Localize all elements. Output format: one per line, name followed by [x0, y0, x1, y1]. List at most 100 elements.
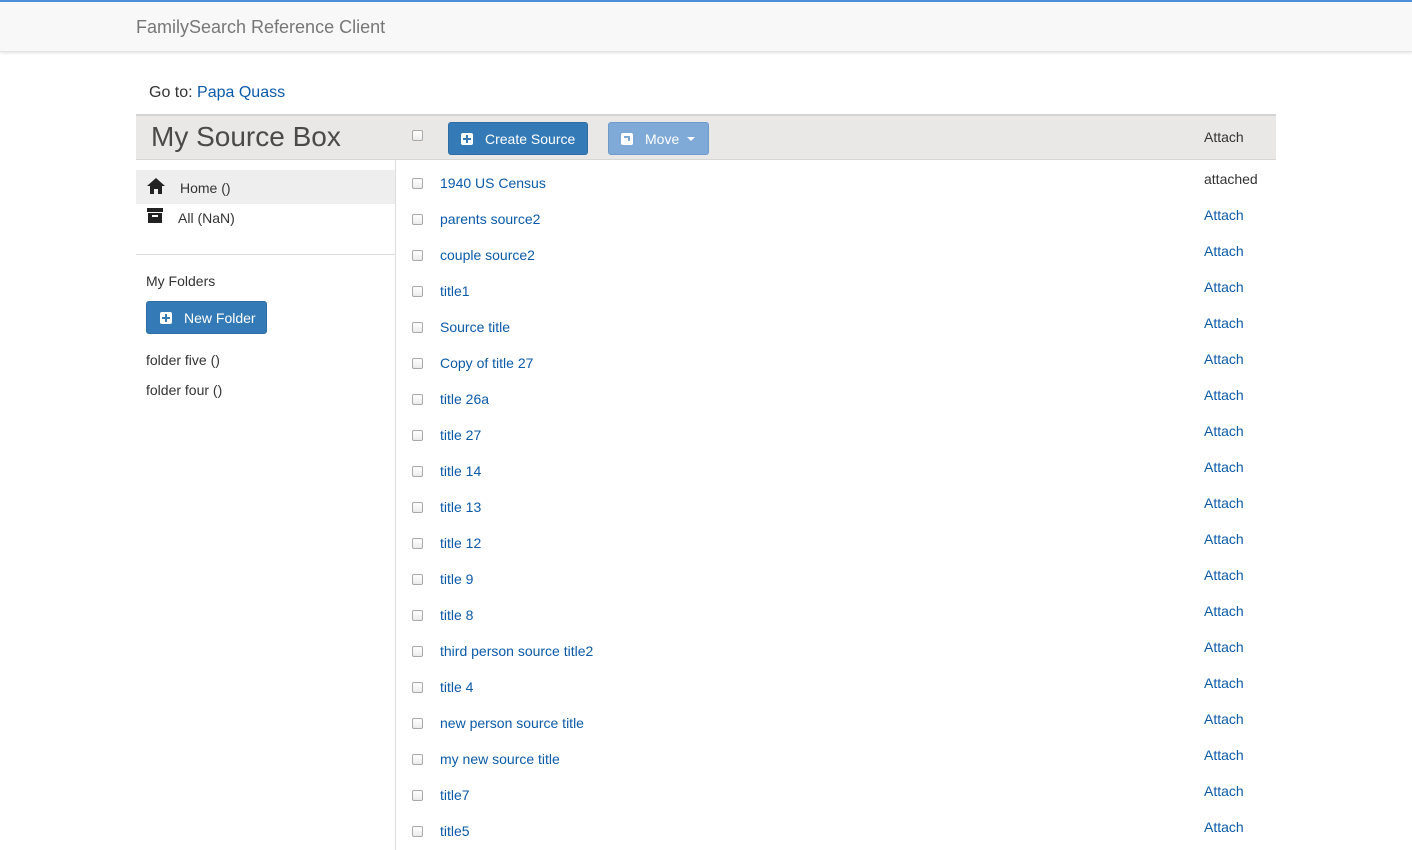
- attach-link[interactable]: Attach: [1204, 207, 1244, 223]
- page-title: My Source Box: [151, 121, 341, 152]
- sidebar: Home () All (NaN) My Folders New Folder …: [136, 160, 396, 850]
- goto-person-link[interactable]: Papa Quass: [197, 84, 285, 101]
- source-checkbox[interactable]: [412, 286, 423, 297]
- sidebar-divider: [136, 254, 395, 255]
- source-checkbox[interactable]: [412, 178, 423, 189]
- source-checkbox[interactable]: [412, 466, 423, 477]
- attach-link[interactable]: Attach: [1204, 351, 1244, 367]
- plus-square-icon: [160, 311, 172, 324]
- source-row: parents source2 Attach: [396, 196, 1276, 232]
- attach-link[interactable]: Attach: [1204, 747, 1244, 763]
- source-title-link[interactable]: couple source2: [440, 247, 535, 263]
- source-title-link[interactable]: title 26a: [440, 391, 489, 407]
- source-row: title 9 Attach: [396, 556, 1276, 592]
- source-row: title 12 Attach: [396, 520, 1276, 556]
- move-dropdown-button[interactable]: Move: [608, 122, 709, 155]
- source-checkbox[interactable]: [412, 322, 423, 333]
- source-title-link[interactable]: title1: [440, 283, 470, 299]
- source-checkbox[interactable]: [412, 826, 423, 837]
- sidebar-item-all[interactable]: All (NaN): [136, 200, 395, 234]
- sidebar-item-label: Home (): [180, 180, 231, 196]
- source-row: third person source title2 Attach: [396, 628, 1276, 664]
- source-checkbox[interactable]: [412, 538, 423, 549]
- source-row: 1940 US Census attached: [396, 160, 1276, 196]
- attach-link[interactable]: Attach: [1204, 639, 1244, 655]
- app-brand[interactable]: FamilySearch Reference Client: [136, 17, 385, 38]
- source-title-link[interactable]: title 27: [440, 427, 481, 443]
- sidebar-item-home[interactable]: Home (): [136, 170, 395, 204]
- source-title-link[interactable]: title 12: [440, 535, 481, 551]
- caret-down-icon: [687, 136, 696, 141]
- source-title-link[interactable]: title 8: [440, 607, 473, 623]
- attach-column-header: Attach: [1204, 129, 1244, 145]
- plus-square-icon: [461, 132, 473, 145]
- attach-link[interactable]: Attach: [1204, 819, 1244, 835]
- source-row: title1 Attach: [396, 268, 1276, 304]
- folder-item[interactable]: folder four (): [146, 382, 222, 398]
- source-title-link[interactable]: title 4: [440, 679, 473, 695]
- source-row: title 4 Attach: [396, 664, 1276, 700]
- attach-link[interactable]: Attach: [1204, 603, 1244, 619]
- attach-link[interactable]: Attach: [1204, 387, 1244, 403]
- source-title-link[interactable]: title 9: [440, 571, 473, 587]
- top-navbar: FamilySearch Reference Client: [0, 0, 1412, 52]
- source-row: couple source2 Attach: [396, 232, 1276, 268]
- new-folder-button[interactable]: New Folder: [146, 301, 267, 334]
- attach-link[interactable]: Attach: [1204, 243, 1244, 259]
- attach-link[interactable]: Attach: [1204, 279, 1244, 295]
- attach-link[interactable]: Attach: [1204, 315, 1244, 331]
- source-title-link[interactable]: parents source2: [440, 211, 540, 227]
- source-checkbox[interactable]: [412, 358, 423, 369]
- attach-link[interactable]: Attach: [1204, 459, 1244, 475]
- source-title-link[interactable]: my new source title: [440, 751, 560, 767]
- source-title-link[interactable]: Copy of title 27: [440, 355, 533, 371]
- new-folder-label: New Folder: [184, 309, 256, 326]
- attach-link[interactable]: Attach: [1204, 423, 1244, 439]
- source-checkbox[interactable]: [412, 646, 423, 657]
- source-title-link[interactable]: title7: [440, 787, 470, 803]
- attach-link[interactable]: Attach: [1204, 567, 1244, 583]
- source-row: title 27 Attach: [396, 412, 1276, 448]
- source-checkbox[interactable]: [412, 394, 423, 405]
- source-checkbox[interactable]: [412, 430, 423, 441]
- archive-icon: [147, 208, 163, 223]
- source-title-link[interactable]: title 14: [440, 463, 481, 479]
- source-checkbox[interactable]: [412, 682, 423, 693]
- create-source-button[interactable]: Create Source: [448, 122, 588, 155]
- sidebar-item-label: All (NaN): [178, 210, 235, 226]
- source-checkbox[interactable]: [412, 250, 423, 261]
- source-checkbox[interactable]: [412, 790, 423, 801]
- select-all-checkbox[interactable]: [412, 130, 423, 141]
- source-checkbox[interactable]: [412, 574, 423, 585]
- source-checkbox[interactable]: [412, 214, 423, 225]
- create-source-label: Create Source: [485, 130, 576, 147]
- attach-link[interactable]: Attach: [1204, 675, 1244, 691]
- source-checkbox[interactable]: [412, 502, 423, 513]
- attached-status: attached: [1204, 171, 1258, 187]
- source-title-link[interactable]: Source title: [440, 319, 510, 335]
- home-icon: [147, 178, 165, 194]
- source-row: my new source title Attach: [396, 736, 1276, 772]
- source-title-link[interactable]: new person source title: [440, 715, 584, 731]
- goto-label: Go to:: [149, 84, 193, 101]
- source-title-link[interactable]: third person source title2: [440, 643, 593, 659]
- source-checkbox[interactable]: [412, 754, 423, 765]
- attach-link[interactable]: Attach: [1204, 711, 1244, 727]
- source-row: title 14 Attach: [396, 448, 1276, 484]
- source-row: title7 Attach: [396, 772, 1276, 808]
- source-box-panel: My Source Box Create Source Move Attach …: [136, 114, 1276, 850]
- source-checkbox[interactable]: [412, 610, 423, 621]
- source-title-link[interactable]: title 13: [440, 499, 481, 515]
- attach-link[interactable]: Attach: [1204, 783, 1244, 799]
- attach-link[interactable]: Attach: [1204, 495, 1244, 511]
- source-box-header: My Source Box Create Source Move Attach: [136, 114, 1276, 160]
- folder-item[interactable]: folder five (): [146, 352, 220, 368]
- source-title-link[interactable]: 1940 US Census: [440, 175, 546, 191]
- attach-link[interactable]: Attach: [1204, 531, 1244, 547]
- goto-bar: Go to: Papa Quass: [149, 84, 285, 102]
- source-checkbox[interactable]: [412, 718, 423, 729]
- source-title-link[interactable]: title5: [440, 823, 470, 839]
- source-row: title 26a Attach: [396, 376, 1276, 412]
- share-icon: [621, 132, 633, 145]
- source-row: Source title Attach: [396, 304, 1276, 340]
